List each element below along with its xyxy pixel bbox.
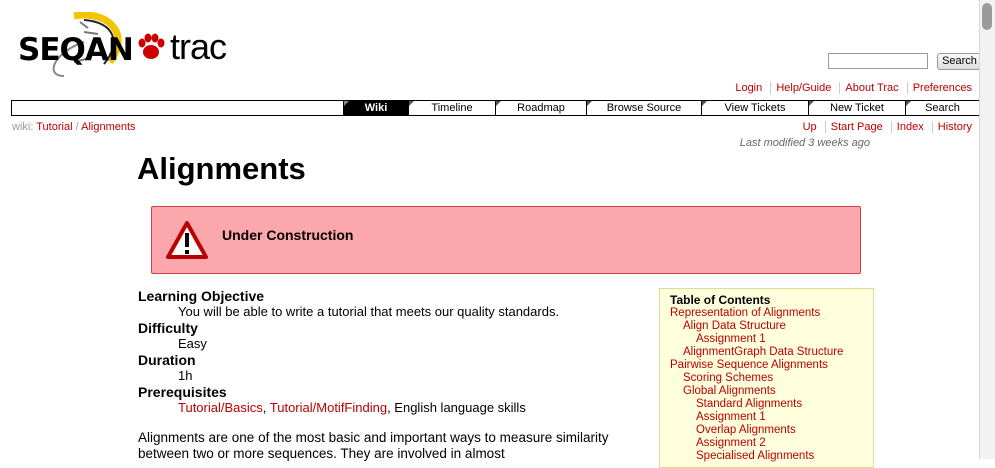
toc-item[interactable]: Scoring Schemes bbox=[670, 372, 863, 385]
toc-item[interactable]: Pairwise Sequence Alignments bbox=[670, 359, 863, 372]
under-construction-box: Under Construction bbox=[151, 206, 861, 274]
index-link[interactable]: Index bbox=[897, 121, 924, 133]
about-trac-link[interactable]: About Trac bbox=[845, 82, 898, 94]
search-input[interactable] bbox=[828, 53, 928, 69]
warning-title: Under Construction bbox=[222, 227, 354, 243]
page: SEQAN trac Search Login Help/Guide About… bbox=[0, 0, 995, 468]
tab-view-tickets[interactable]: View Tickets bbox=[701, 101, 808, 115]
help-guide-link[interactable]: Help/Guide bbox=[776, 82, 831, 94]
seqan-trac-logo[interactable]: SEQAN trac bbox=[14, 12, 229, 78]
toc-item[interactable]: Align Data Structure bbox=[670, 320, 863, 333]
preferences-link[interactable]: Preferences bbox=[913, 82, 972, 94]
context-navigation: Up Start Page Index History bbox=[798, 121, 977, 133]
tab-roadmap[interactable]: Roadmap bbox=[495, 101, 586, 115]
breadcrumb-prefix: wiki: bbox=[12, 121, 34, 133]
tab-search[interactable]: Search bbox=[905, 101, 979, 115]
prerequisites-term: Prerequisites bbox=[138, 384, 227, 400]
duration-desc: 1h bbox=[178, 368, 193, 383]
paw-icon bbox=[138, 33, 165, 59]
prerequisites-rest: , English language skills bbox=[387, 400, 526, 415]
toc-item[interactable]: Assignment 2 bbox=[670, 437, 863, 450]
toc-item[interactable]: Representation of Alignments bbox=[670, 307, 863, 320]
last-modified: Last modified 3 weeks ago bbox=[739, 137, 870, 149]
tab-timeline[interactable]: Timeline bbox=[408, 101, 495, 115]
scrollbar-thumb[interactable] bbox=[982, 3, 992, 30]
toc-title: Table of Contents bbox=[670, 293, 771, 307]
learning-objective-term: Learning Objective bbox=[138, 288, 265, 304]
search-button[interactable]: Search bbox=[937, 53, 982, 70]
start-page-link[interactable]: Start Page bbox=[831, 121, 883, 133]
toc-item[interactable]: AlignmentGraph Data Structure bbox=[670, 346, 863, 359]
breadcrumb: wiki: Tutorial / Alignments bbox=[12, 121, 136, 133]
toc-item[interactable]: Assignment 1 bbox=[670, 333, 863, 346]
up-link[interactable]: Up bbox=[803, 121, 817, 133]
vertical-scrollbar[interactable] bbox=[979, 0, 995, 459]
intro-paragraph: Alignments are one of the most basic and… bbox=[138, 430, 609, 461]
warning-icon bbox=[166, 221, 208, 259]
breadcrumb-separator: / bbox=[75, 121, 79, 133]
login-link[interactable]: Login bbox=[735, 82, 762, 94]
difficulty-desc: Easy bbox=[178, 336, 207, 351]
toc-item[interactable]: Assignment 1 bbox=[670, 411, 863, 424]
tab-wiki[interactable]: Wiki bbox=[343, 101, 408, 115]
toc-item[interactable]: Standard Alignments bbox=[670, 398, 863, 411]
duration-term: Duration bbox=[138, 352, 196, 368]
tutorial-metadata: Learning Objective You will be able to w… bbox=[138, 288, 658, 416]
logo-brand-text: SEQAN bbox=[18, 32, 134, 68]
tutorial-basics-link[interactable]: Tutorial/Basics bbox=[178, 400, 263, 415]
history-link[interactable]: History bbox=[938, 121, 972, 133]
difficulty-term: Difficulty bbox=[138, 320, 198, 336]
table-of-contents: Table of Contents Representation of Alig… bbox=[659, 288, 874, 468]
breadcrumb-tutorial-link[interactable]: Tutorial bbox=[36, 121, 72, 133]
learning-objective-desc: You will be able to write a tutorial tha… bbox=[178, 304, 560, 319]
tab-browse-source[interactable]: Browse Source bbox=[586, 101, 701, 115]
prerequisites-desc: Tutorial/Basics, Tutorial/MotifFinding, … bbox=[178, 400, 526, 415]
mainnav-spacer bbox=[12, 101, 343, 115]
meta-navigation: Login Help/Guide About Trac Preferences bbox=[730, 82, 977, 94]
toc-item[interactable]: Specialised Alignments bbox=[670, 450, 863, 463]
tutorial-motiffinding-link[interactable]: Tutorial/MotifFinding bbox=[270, 400, 387, 415]
breadcrumb-alignments-link[interactable]: Alignments bbox=[81, 121, 135, 133]
toc-item[interactable]: Global Alignments bbox=[670, 385, 863, 398]
logo-product-text: trac bbox=[170, 26, 227, 67]
toc-item[interactable]: Overlap Alignments bbox=[670, 424, 863, 437]
page-title: Alignments bbox=[137, 151, 306, 186]
main-navigation: Wiki Timeline Roadmap Browse Source View… bbox=[11, 100, 980, 116]
tab-new-ticket[interactable]: New Ticket bbox=[808, 101, 905, 115]
